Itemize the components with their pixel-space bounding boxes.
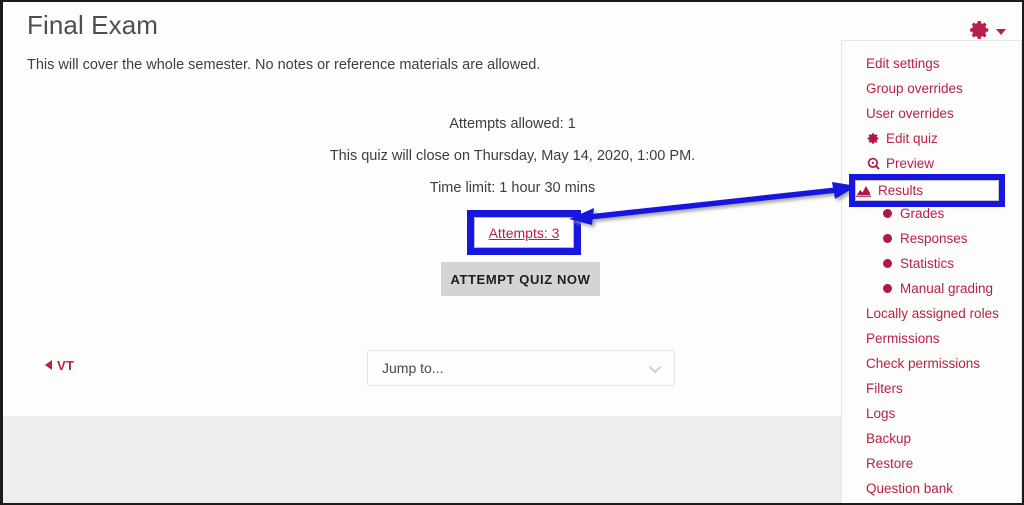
menu-item-user-overrides[interactable]: User overrides bbox=[842, 101, 1021, 126]
menu-item-filters[interactable]: Filters bbox=[842, 376, 1021, 401]
menu-item-label: User overrides bbox=[866, 106, 954, 121]
menu-item-label: Statistics bbox=[900, 256, 955, 271]
menu-item-manual-grading[interactable]: Manual grading bbox=[842, 276, 1021, 301]
page-title: Final Exam bbox=[27, 10, 159, 40]
jump-to-select[interactable]: Jump to... bbox=[367, 350, 675, 386]
menu-item-label: Manual grading bbox=[900, 281, 994, 296]
menu-item-label: Results bbox=[878, 183, 924, 198]
bullet-icon bbox=[880, 282, 894, 296]
menu-item-edit-quiz[interactable]: Edit quiz bbox=[842, 126, 1021, 151]
chevron-down-icon bbox=[649, 366, 661, 373]
menu-item-label: Check permissions bbox=[866, 356, 981, 371]
menu-item-label: Logs bbox=[866, 406, 896, 421]
menu-item-backup[interactable]: Backup bbox=[842, 426, 1021, 451]
attempt-quiz-now-button[interactable]: ATTEMPT QUIZ NOW bbox=[441, 262, 600, 296]
settings-menu-toggle[interactable] bbox=[969, 19, 1006, 41]
menu-item-grades[interactable]: Grades bbox=[842, 201, 1021, 226]
attempts-highlight-box: Attempts: 3 bbox=[467, 210, 581, 255]
menu-item-label: Edit quiz bbox=[886, 131, 938, 146]
menu-item-label: Group overrides bbox=[866, 81, 963, 96]
screenshot-root: Final Exam This will cover the whole sem… bbox=[0, 0, 1024, 505]
menu-item-label: Responses bbox=[900, 231, 968, 246]
bullet-icon bbox=[880, 207, 894, 221]
menu-item-question-bank[interactable]: Question bank bbox=[842, 476, 1021, 501]
bullet-icon bbox=[880, 257, 894, 271]
caret-down-icon bbox=[996, 28, 1006, 35]
previous-activity-link[interactable]: VT bbox=[45, 358, 74, 373]
bullet-icon bbox=[880, 232, 894, 246]
menu-item-label: Locally assigned roles bbox=[866, 306, 999, 321]
menu-item-label: Restore bbox=[866, 456, 914, 471]
menu-item-locally-assigned-roles[interactable]: Locally assigned roles bbox=[842, 301, 1021, 326]
attempts-link[interactable]: Attempts: 3 bbox=[489, 225, 560, 241]
menu-item-label: Backup bbox=[866, 431, 912, 446]
menu-item-check-permissions[interactable]: Check permissions bbox=[842, 351, 1021, 376]
menu-item-restore[interactable]: Restore bbox=[842, 451, 1021, 476]
menu-item-label: Filters bbox=[866, 381, 903, 396]
gear-icon bbox=[970, 21, 989, 39]
triangle-left-icon bbox=[45, 360, 52, 370]
menu-item-label: Edit settings bbox=[866, 56, 940, 71]
quiz-intro-text: This will cover the whole semester. No n… bbox=[27, 57, 541, 73]
previous-activity-label: VT bbox=[57, 358, 75, 373]
menu-item-responses[interactable]: Responses bbox=[842, 226, 1021, 251]
menu-item-group-overrides[interactable]: Group overrides bbox=[842, 76, 1021, 101]
menu-item-permissions[interactable]: Permissions bbox=[842, 326, 1021, 351]
menu-item-edit-settings[interactable]: Edit settings bbox=[842, 51, 1021, 76]
settings-dropdown-menu: Edit settings Group overrides User overrid… bbox=[841, 40, 1022, 503]
menu-item-label: Preview bbox=[886, 156, 935, 171]
menu-item-preview[interactable]: Preview bbox=[842, 151, 1021, 176]
menu-item-label: Question bank bbox=[866, 481, 954, 496]
chart-icon bbox=[856, 184, 871, 198]
menu-item-results-highlighted[interactable]: Results bbox=[856, 181, 998, 200]
menu-item-label: Grades bbox=[900, 206, 945, 221]
gear-icon bbox=[866, 132, 880, 146]
menu-item-statistics[interactable]: Statistics bbox=[842, 251, 1021, 276]
search-icon bbox=[866, 157, 880, 171]
jump-to-placeholder: Jump to... bbox=[382, 360, 444, 376]
attempts-box-inner: Attempts: 3 bbox=[474, 217, 574, 248]
menu-item-label: Permissions bbox=[866, 331, 940, 346]
menu-item-logs[interactable]: Logs bbox=[842, 401, 1021, 426]
